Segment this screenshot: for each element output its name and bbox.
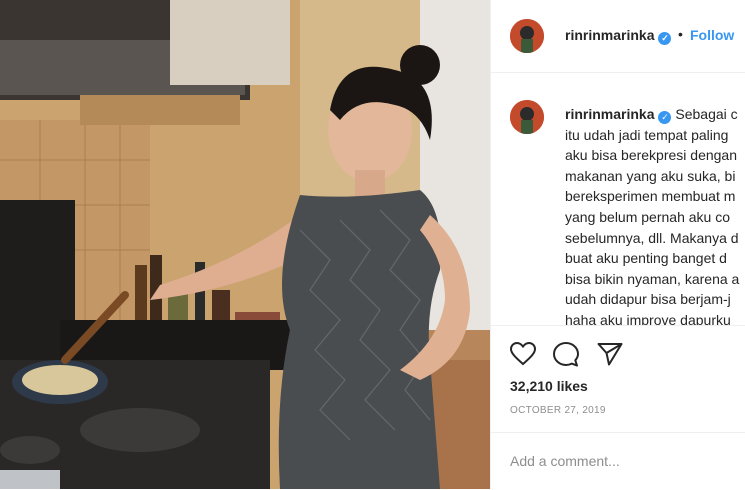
post-header: rinrinmarinka ✓ • Follow [491, 0, 745, 73]
separator-dot: • [678, 26, 683, 42]
caption-line: Sebagai c [675, 106, 738, 122]
caption-username[interactable]: rinrinmarinka [565, 106, 654, 122]
kitchen-photo-illustration [0, 0, 490, 489]
caption-line: bisa bikin nyaman, karena a [565, 270, 740, 287]
avatar-image [510, 100, 544, 134]
post-actions: 32,210 likes OCTOBER 27, 2019 [491, 325, 745, 436]
username[interactable]: rinrinmarinka ✓ [565, 27, 672, 45]
caption-line: yang belum pernah aku co [565, 208, 730, 225]
heart-icon[interactable] [509, 341, 537, 371]
caption-line: udah didapur bisa berjam-j [565, 291, 731, 308]
caption-line: makanan yang aku suka, bi [565, 167, 736, 184]
username-text[interactable]: rinrinmarinka [565, 27, 654, 43]
post-photo [0, 0, 490, 489]
comment-bar [491, 432, 745, 490]
verified-badge-icon: ✓ [658, 32, 672, 45]
post-sidebar: rinrinmarinka ✓ • Follow rinrinmarinka ✓ S… [490, 0, 745, 489]
avatar[interactable] [510, 19, 544, 53]
caption-line: sebelumnya, dll. Makanya d [565, 229, 739, 246]
caption-line: haha aku improve dapurku [565, 311, 731, 325]
comment-input[interactable] [510, 451, 730, 471]
post-date: OCTOBER 27, 2019 [510, 405, 606, 416]
likes-count[interactable]: 32,210 likes [510, 378, 588, 394]
caption-area: rinrinmarinka ✓ Sebagai c itu udah jadi t… [491, 73, 745, 325]
caption-text: rinrinmarinka ✓ Sebagai c itu udah jadi t… [565, 104, 745, 325]
comment-icon[interactable] [553, 342, 579, 372]
follow-button[interactable]: Follow [690, 27, 734, 43]
share-icon[interactable] [597, 342, 623, 371]
caption-line: buat aku penting banget d [565, 250, 727, 267]
caption-line: aku bisa berekpresi dengan [565, 147, 738, 164]
avatar-image [510, 19, 544, 53]
verified-badge-icon: ✓ [658, 111, 672, 124]
caption-line: bereksperimen membuat m [565, 188, 736, 205]
caption-avatar[interactable] [510, 100, 544, 134]
caption-line: itu udah jadi tempat paling [565, 126, 729, 143]
